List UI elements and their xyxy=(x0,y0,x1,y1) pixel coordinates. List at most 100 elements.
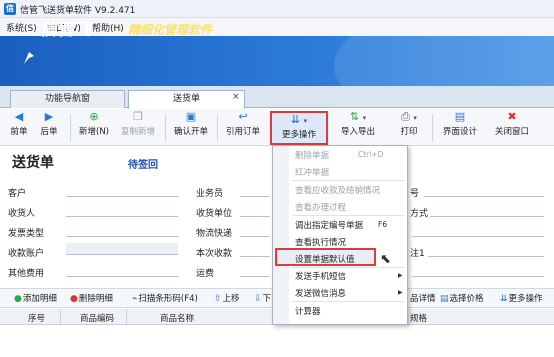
toolbar-divider xyxy=(217,114,218,142)
column-header-index[interactable]: 序号 xyxy=(28,312,45,324)
add-new-button[interactable]: ⊕ 新增(N) xyxy=(77,111,111,145)
scanner-icon: ⌁ xyxy=(132,294,138,304)
copy-icon: ❐ xyxy=(133,110,143,123)
prev-doc-label: 前单 xyxy=(10,127,28,137)
toolbar-divider xyxy=(165,114,166,142)
column-header-code[interactable]: 商品编码 xyxy=(80,312,114,324)
close-window-button[interactable]: ✖ 关闭窗口 xyxy=(492,111,532,145)
other-fees-field[interactable] xyxy=(66,276,178,277)
remark-label: 注1 xyxy=(410,249,425,259)
receiving-unit-field[interactable] xyxy=(240,216,270,217)
tab-delivery-note[interactable]: 送货单 xyxy=(128,90,245,109)
delete-icon: ● xyxy=(70,294,78,304)
salesperson-field[interactable] xyxy=(240,196,270,197)
move-down-button[interactable]: ⇩下 xyxy=(254,292,271,304)
confirm-order-button[interactable]: ▣ 确认开单 xyxy=(171,111,211,145)
next-doc-button[interactable]: ▶ 后单 xyxy=(38,111,60,145)
menu-item-delete-document[interactable]: 删除单据 xyxy=(295,149,329,161)
submenu-arrow-icon: ▶ xyxy=(398,289,403,296)
column-header-name[interactable]: 商品名称 xyxy=(160,312,194,324)
brand-logo-text: 信管飞 xyxy=(40,20,91,40)
shortcut-delete: Ctrl+D xyxy=(358,150,384,159)
import-export-button[interactable]: ⇅ ▾ 导入导出 xyxy=(336,111,380,145)
menu-item-view-process[interactable]: 查看办理过程 xyxy=(295,201,346,213)
remark-field[interactable] xyxy=(428,256,544,257)
current-payment-field[interactable] xyxy=(240,256,270,257)
menu-item-send-wechat[interactable]: 发送微信消息 xyxy=(295,287,346,299)
tab-function-nav[interactable]: 功能导航窗 xyxy=(10,90,125,108)
double-chevron-down-icon: ⇊ xyxy=(500,294,508,304)
customer-field[interactable] xyxy=(66,196,178,197)
salesperson-label: 业务员 xyxy=(196,189,224,199)
print-button[interactable]: ⎙ ▾ 打印 xyxy=(394,111,424,145)
menu-item-calculator[interactable]: 计算器 xyxy=(295,305,321,317)
reference-order-label: 引用订单 xyxy=(225,127,260,137)
menu-item-view-receivables[interactable]: 查看应收款及结销情况 xyxy=(295,184,380,196)
menu-item-red-reverse[interactable]: 红冲单据 xyxy=(295,166,329,178)
other-fees-label: 其他费用 xyxy=(8,269,45,279)
add-detail-button[interactable]: ●添加明细 xyxy=(14,292,57,304)
product-detail-button[interactable]: 品详情 xyxy=(410,292,436,304)
reference-icon: ↩ xyxy=(238,110,248,123)
print-label: 打印 xyxy=(400,127,418,137)
receiver-field[interactable] xyxy=(66,216,178,217)
logistics-field[interactable] xyxy=(240,236,270,237)
toolbar-divider xyxy=(432,114,433,142)
prev-doc-button[interactable]: ◀ 前单 xyxy=(8,111,30,145)
plus-circle-icon: ⊕ xyxy=(89,110,99,123)
copy-add-button[interactable]: ❐ 复制新增 xyxy=(118,111,158,145)
document-status-badge: 待签回 xyxy=(128,160,158,171)
save-icon: ▣ xyxy=(185,110,197,123)
arrow-left-icon: ◀ xyxy=(14,110,24,123)
brand-slogan: 精细化管理软件 xyxy=(128,23,213,37)
reference-order-button[interactable]: ↩ 引用订单 xyxy=(223,111,263,145)
column-header-spec[interactable]: 规格 xyxy=(410,312,427,324)
menu-separator xyxy=(292,301,404,302)
invoice-type-field[interactable] xyxy=(66,236,178,237)
freight-field[interactable] xyxy=(240,276,270,277)
move-up-button[interactable]: ⇧上移 xyxy=(214,292,240,304)
more-operations-button[interactable]: ⇊ ▾ 更多操作 xyxy=(270,111,328,145)
arrow-right-icon: ▶ xyxy=(44,110,54,123)
current-payment-label: 本次收款 xyxy=(196,249,233,259)
select-price-button[interactable]: ▤选择价格 xyxy=(440,292,484,304)
delivery-method-label: 方式 xyxy=(410,209,429,219)
column-divider xyxy=(60,309,61,325)
extra-field[interactable] xyxy=(412,236,544,237)
menu-separator xyxy=(292,215,404,216)
delete-detail-button[interactable]: ●删除明细 xyxy=(70,292,113,304)
payment-account-label: 收款账户 xyxy=(8,249,45,259)
payment-account-field[interactable] xyxy=(66,243,178,255)
logistics-label: 物流快递 xyxy=(196,229,233,239)
freight-label: 运费 xyxy=(196,269,215,279)
extra-field-2[interactable] xyxy=(412,276,544,277)
brand-logo-icon xyxy=(22,50,36,66)
scan-barcode-button[interactable]: ⌁扫描条形码(F4) xyxy=(132,292,198,304)
shortcut-f6: F6 xyxy=(378,220,388,229)
ui-design-button[interactable]: ▤ 界面设计 xyxy=(440,111,480,145)
confirm-order-label: 确认开单 xyxy=(173,127,208,137)
invoice-type-label: 发票类型 xyxy=(8,229,45,239)
plus-circle-icon: ● xyxy=(14,294,22,304)
document-title: 送货单 xyxy=(12,155,54,171)
tab-close-icon[interactable]: × xyxy=(232,92,240,102)
customer-label: 客户 xyxy=(8,189,27,199)
price-icon: ▤ xyxy=(440,294,449,304)
delivery-method-field[interactable] xyxy=(430,216,544,217)
column-divider xyxy=(126,309,127,325)
menu-item-set-defaults[interactable]: 设置单据默认值 xyxy=(295,253,355,265)
dropdown-icon-gutter xyxy=(273,146,289,324)
menu-item-send-sms[interactable]: 发送手机短信 xyxy=(295,270,346,282)
receiver-label: 收货人 xyxy=(8,209,36,219)
menu-system[interactable]: 系统(S) xyxy=(6,21,37,34)
close-icon: ✖ xyxy=(507,110,517,123)
menu-item-view-execution[interactable]: 查看执行情况 xyxy=(295,236,346,248)
doc-number-field[interactable] xyxy=(424,196,544,197)
add-new-label: 新增(N) xyxy=(79,127,109,137)
detail-more-ops-button[interactable]: ⇊更多操作 xyxy=(500,292,543,304)
banner-decoration xyxy=(334,36,554,86)
arrow-down-icon: ⇩ xyxy=(254,294,262,304)
menu-item-load-by-number[interactable]: 调出指定编号单据 xyxy=(295,219,363,231)
brand-banner xyxy=(0,36,554,86)
double-chevron-down-icon: ⇊ ▾ xyxy=(290,113,308,126)
